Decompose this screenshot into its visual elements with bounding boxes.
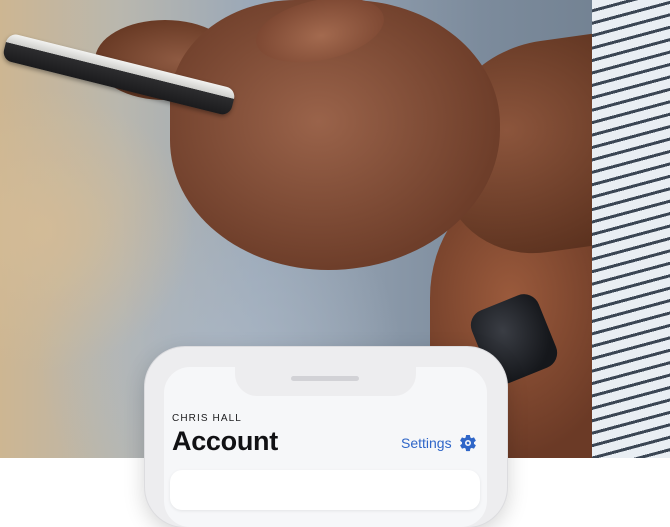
striped-shirt [592, 0, 670, 460]
settings-label: Settings [401, 435, 452, 451]
page-title: Account [172, 426, 278, 456]
account-card[interactable] [170, 470, 480, 510]
account-user-name: CHRIS HALL [172, 413, 242, 424]
phone-speaker [291, 376, 359, 381]
settings-button[interactable]: Settings [401, 433, 478, 453]
gear-icon [459, 434, 476, 452]
